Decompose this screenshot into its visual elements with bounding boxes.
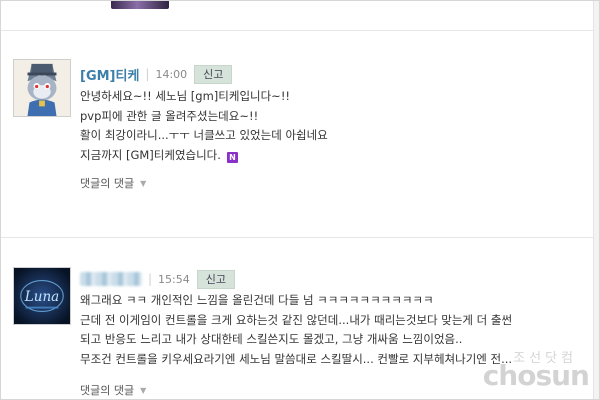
- reply-to-comment-link[interactable]: 댓글의 댓글 ▼: [80, 382, 146, 398]
- gm-character-avatar-icon: [14, 60, 70, 116]
- luna-logo-icon: Luna: [14, 268, 70, 324]
- comment-line: 지금까지 [GM]티케였습니다. N: [80, 146, 599, 166]
- chevron-down-icon: ▼: [140, 385, 147, 395]
- comment-line: 활이 최강이라니...ㅜㅜ 너클쓰고 있었는데 아쉽네요: [80, 128, 328, 142]
- comment-line: 무조건 컨트롤을 키우세요라기엔 세노님 말씀대로 스킬딸시... 컨빨로 지부…: [80, 351, 513, 366]
- comment-list: [GM]티케 | 14:00 신고 안녕하세요~!! 세노님 [gm]티케입니다…: [0, 0, 600, 400]
- scrollbar-track[interactable]: [593, 1, 599, 399]
- comment-time: 14:00: [155, 67, 188, 81]
- report-button[interactable]: 신고: [196, 269, 235, 289]
- meta-separator: |: [145, 67, 150, 81]
- author-name[interactable]: [GM]티케: [80, 65, 139, 84]
- meta-separator: |: [148, 272, 153, 286]
- comment-time: 15:54: [158, 272, 190, 286]
- reply-label: 댓글의 댓글: [80, 177, 135, 190]
- avatar[interactable]: Luna: [13, 267, 71, 325]
- new-badge-icon: N: [226, 151, 238, 163]
- comment-line: 왜그래요 ㅋㅋ 개인적인 느낌을 올린건데 다들 넘 ㅋㅋㅋㅋㅋㅋㅋㅋㅋㅋㅋ: [80, 293, 434, 307]
- report-button[interactable]: 신고: [194, 64, 233, 84]
- comment-body: 안녕하세요~!! 세노님 [gm]티케입니다~!! pvp피에 관한 글 올려주…: [80, 87, 599, 166]
- comment-line-text: 지금까지 [GM]티케였습니다.: [80, 147, 221, 162]
- reply-to-comment-link[interactable]: 댓글의 댓글 ▼: [80, 175, 146, 191]
- author-name-redacted: [80, 272, 142, 286]
- chevron-down-icon: ▼: [140, 178, 147, 188]
- divider: [1, 30, 599, 31]
- reply-label: 댓글의 댓글: [80, 384, 135, 397]
- comment-line: pvp피에 관한 글 올려주셨는데요~!!: [80, 108, 259, 123]
- comment-line: 근데 전 이게임이 컨트롤을 크게 요하는것 같진 않던데...내가 때리는것보…: [80, 312, 513, 327]
- svg-text:Luna: Luna: [24, 289, 59, 305]
- divider: [1, 237, 599, 238]
- comment-line: 되고 반응도 느리고 내가 상대한테 스킬쓴지도 몰겠고, 그냥 개싸움 느낌이…: [80, 332, 463, 346]
- comment-meta: | 15:54 신고: [80, 269, 235, 289]
- comment-body: 왜그래요 ㅋㅋ 개인적인 느낌을 올린건데 다들 넘 ㅋㅋㅋㅋㅋㅋㅋㅋㅋㅋㅋ 근…: [80, 291, 599, 369]
- avatar[interactable]: [13, 59, 71, 117]
- comment-line: 안녕하세요~!! 세노님 [gm]티케입니다~!!: [80, 89, 291, 103]
- previous-comment-avatar: [111, 1, 169, 9]
- comment-meta: [GM]티케 | 14:00 신고: [80, 64, 233, 84]
